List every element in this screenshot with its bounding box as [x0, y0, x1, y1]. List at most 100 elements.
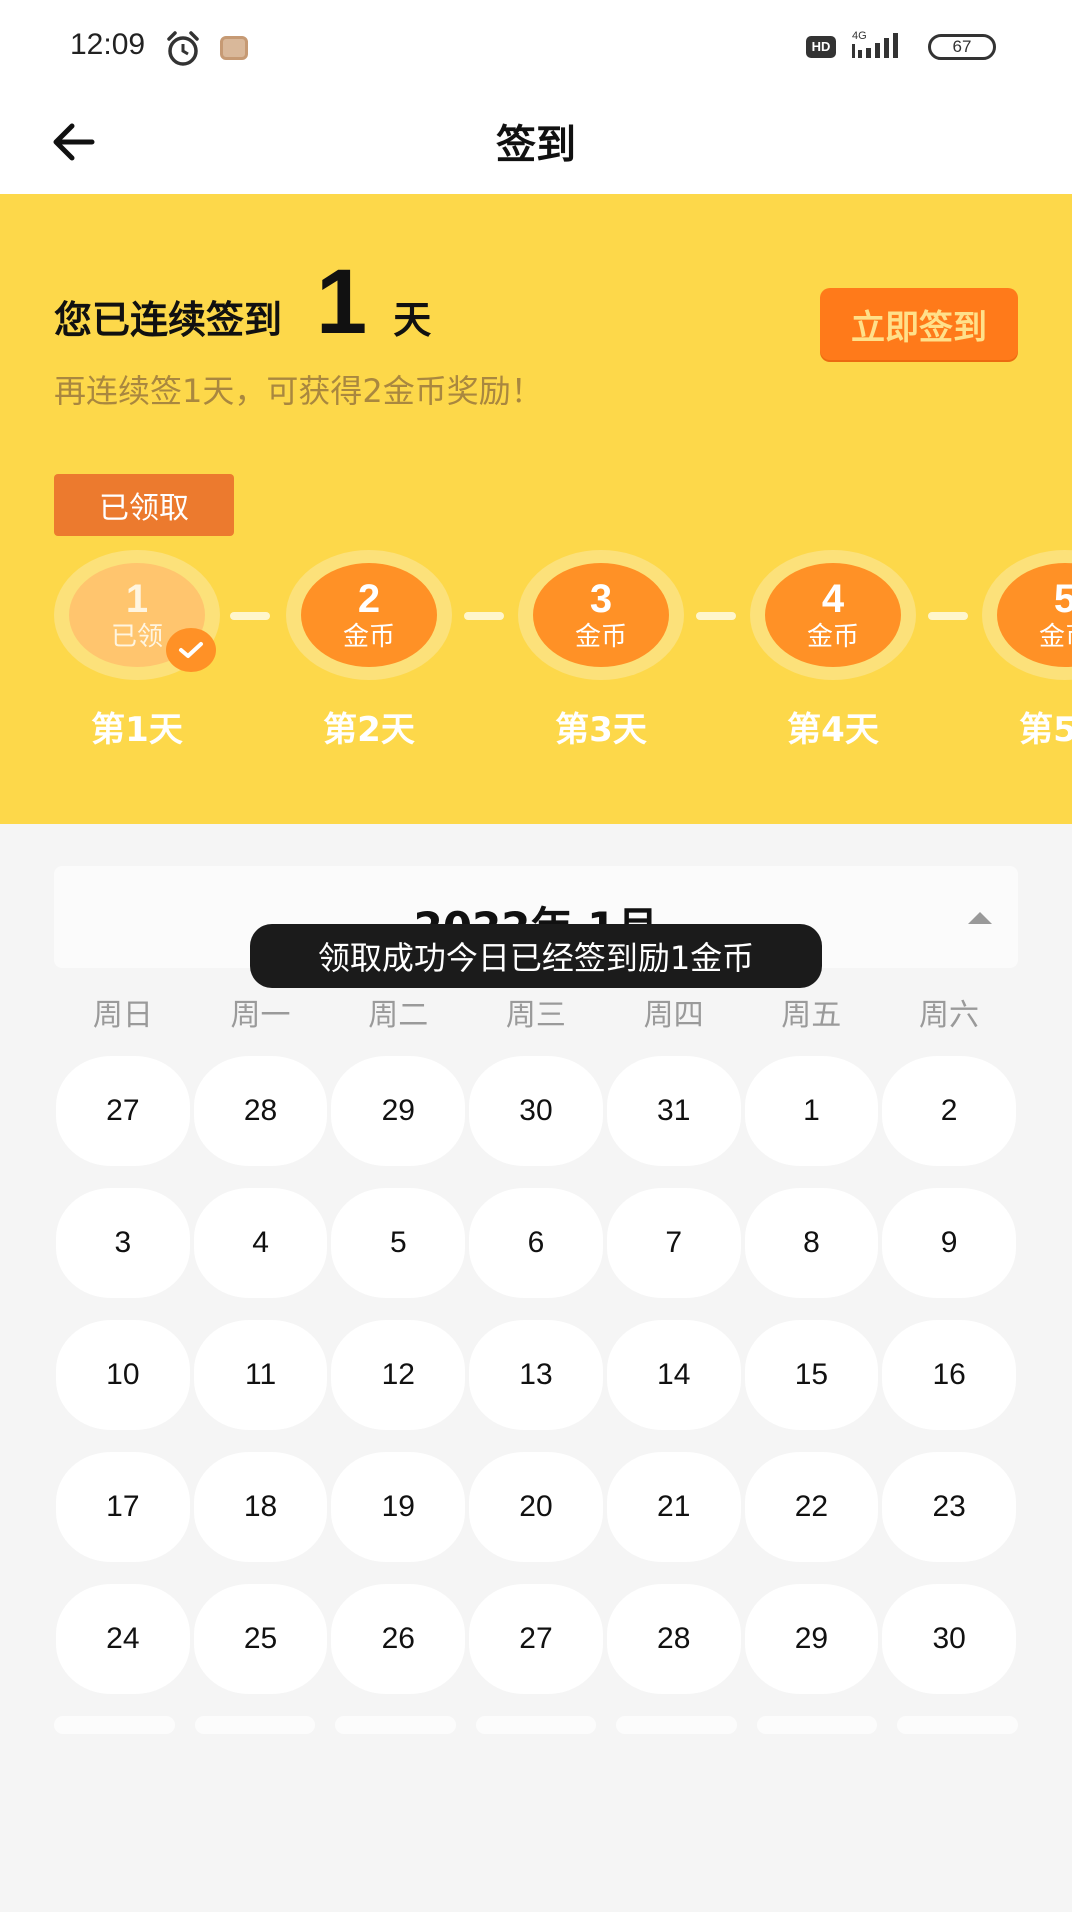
day-reward-1[interactable]: 1 已领 第1天 — [54, 550, 220, 750]
day-circle: 3 金币 — [518, 550, 684, 680]
day-reward-2[interactable]: 2 金币 第2天 — [286, 550, 452, 750]
day-label: 第4天 — [787, 710, 879, 750]
date-cell[interactable]: 20 — [469, 1452, 603, 1562]
network-label: 4G — [852, 30, 867, 42]
day-connector — [464, 612, 504, 620]
date-cell[interactable]: 23 — [882, 1452, 1016, 1562]
page-title: 签到 — [496, 122, 576, 168]
streak-line: 您已连续签到 1 天 — [54, 250, 431, 355]
day-connector — [928, 612, 968, 620]
day-circle: 4 金币 — [750, 550, 916, 680]
date-cell[interactable]: 21 — [606, 1452, 741, 1562]
peek-cell — [54, 1716, 175, 1734]
streak-days: 1 — [316, 251, 368, 353]
checkin-button[interactable]: 立即签到 — [820, 288, 1018, 360]
date-cell[interactable]: 17 — [56, 1452, 190, 1562]
day-unit: 金币 — [806, 622, 859, 652]
alarm-icon — [167, 31, 199, 66]
day-label: 第2天 — [323, 710, 415, 750]
date-cell[interactable]: 29 — [744, 1584, 879, 1694]
date-cell[interactable]: 8 — [744, 1188, 879, 1298]
weekday: 周一 — [230, 998, 291, 1033]
day-reward-5-clip: 5 金币 第5天 — [982, 550, 1072, 750]
date-cell[interactable]: 22 — [744, 1452, 879, 1562]
streak-suffix: 天 — [393, 298, 432, 342]
collapse-triangle-icon[interactable] — [960, 904, 1000, 930]
date-cell[interactable]: 19 — [331, 1452, 466, 1562]
toast-text: 领取成功今日已经签到励1金币 — [317, 939, 755, 977]
date-cell[interactable]: 24 — [56, 1584, 190, 1694]
date-cell[interactable]: 27 — [469, 1584, 603, 1694]
day-value: 4 — [821, 577, 845, 621]
toast-message: 领取成功今日已经签到励1金币 — [250, 924, 822, 988]
date-cell[interactable]: 2 — [882, 1056, 1016, 1166]
day-reward-3[interactable]: 3 金币 第3天 — [518, 550, 684, 750]
date-cell[interactable]: 25 — [193, 1584, 328, 1694]
peek-cell — [194, 1716, 316, 1734]
day-connector — [696, 612, 736, 620]
date-cell[interactable]: 30 — [882, 1584, 1016, 1694]
date-cell[interactable]: 3 — [56, 1188, 190, 1298]
date-cell[interactable]: 5 — [331, 1188, 466, 1298]
weekday: 周四 — [643, 998, 704, 1033]
date-cell[interactable]: 7 — [606, 1188, 741, 1298]
streak-prefix: 您已连续签到 — [54, 298, 283, 342]
date-cell[interactable]: 15 — [744, 1320, 879, 1430]
nav-bar: 签到 — [0, 90, 1072, 194]
day-label: 第1天 — [91, 710, 183, 750]
checkin-banner: 您已连续签到 1 天 再连续签1天，可获得2金币奖励！ 立即签到 已领取 1 已… — [0, 194, 1072, 824]
weekday: 周五 — [781, 998, 842, 1033]
date-cell[interactable]: 1 — [744, 1056, 879, 1166]
signal-icon: 4G — [852, 30, 898, 58]
day-inner: 3 金币 — [533, 563, 669, 667]
app-notification-icon — [220, 36, 248, 60]
date-cell[interactable]: 9 — [882, 1188, 1016, 1298]
date-cell[interactable]: 6 — [469, 1188, 603, 1298]
weekday: 周三 — [505, 998, 566, 1033]
day-unit: 已领 — [110, 622, 163, 652]
day-label: 第3天 — [555, 710, 647, 750]
date-cell[interactable]: 31 — [606, 1056, 741, 1166]
date-cell[interactable]: 11 — [193, 1320, 328, 1430]
date-cell[interactable]: 28 — [606, 1584, 741, 1694]
date-cell[interactable]: 18 — [193, 1452, 328, 1562]
date-cell[interactable]: 4 — [193, 1188, 328, 1298]
day-reward-5[interactable]: 5 金币 第5天 — [982, 550, 1072, 750]
weekday: 周日 — [92, 998, 153, 1033]
date-cell[interactable]: 28 — [193, 1056, 328, 1166]
day-value: 5 — [1053, 577, 1072, 621]
date-grid: 27 28 29 30 31 1 2 3 4 5 6 7 8 9 10 11 1… — [54, 1056, 1018, 1694]
day-value: 1 — [125, 577, 149, 621]
day-circle: 2 金币 — [286, 550, 452, 680]
status-bar: 12:09 HD 4G 67 — [0, 0, 1072, 90]
date-cell[interactable]: 10 — [56, 1320, 190, 1430]
day-connector — [230, 612, 270, 620]
peek-cell — [616, 1716, 737, 1734]
claimed-badge: 已领取 — [54, 474, 234, 536]
peek-cell — [756, 1716, 878, 1734]
day-reward-4[interactable]: 4 金币 第4天 — [750, 550, 916, 750]
date-cell[interactable]: 16 — [882, 1320, 1016, 1430]
day-inner: 2 金币 — [301, 563, 437, 667]
day-value: 3 — [589, 577, 613, 621]
hd-icon: HD — [806, 36, 836, 58]
next-row-peek — [54, 1716, 1019, 1734]
date-cell[interactable]: 12 — [331, 1320, 466, 1430]
day-label: 第5天 — [1019, 710, 1072, 750]
day-unit: 金币 — [342, 622, 395, 652]
peek-cell — [897, 1716, 1019, 1734]
peek-cell — [335, 1716, 456, 1734]
streak-hint: 再连续签1天，可获得2金币奖励！ — [54, 372, 543, 410]
weekday: 周六 — [918, 998, 979, 1033]
status-time: 12:09 — [70, 28, 146, 61]
weekday-row: 周日 周一 周二 周三 周四 周五 周六 — [54, 990, 1018, 1033]
peek-cell — [475, 1716, 597, 1734]
date-cell[interactable]: 30 — [469, 1056, 603, 1166]
date-cell[interactable]: 29 — [331, 1056, 466, 1166]
day-unit: 金币 — [1038, 622, 1072, 652]
day-inner: 4 金币 — [765, 563, 901, 667]
date-cell[interactable]: 13 — [469, 1320, 603, 1430]
date-cell[interactable]: 26 — [331, 1584, 466, 1694]
date-cell[interactable]: 27 — [56, 1056, 190, 1166]
date-cell[interactable]: 14 — [606, 1320, 741, 1430]
